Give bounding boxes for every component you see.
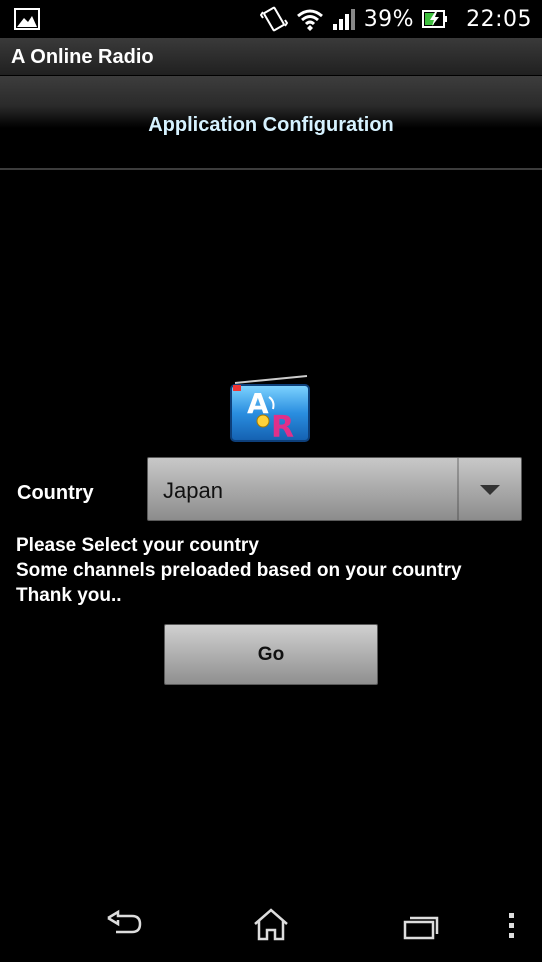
app-logo: A R — [230, 375, 310, 443]
status-time: 22:05 — [466, 6, 532, 32]
go-button-label: Go — [257, 643, 285, 665]
overflow-menu-icon — [509, 913, 514, 938]
chevron-down-icon — [480, 485, 500, 495]
vibrate-icon — [259, 6, 288, 32]
country-label: Country — [17, 482, 94, 504]
picture-notification-icon — [14, 8, 40, 30]
svg-text:R: R — [271, 410, 294, 443]
action-bar: A Online Radio — [0, 38, 542, 76]
info-line-1: Please Select your country — [16, 535, 259, 556]
info-line-3: Thank you.. — [16, 585, 122, 606]
info-line-2: Some channels preloaded based on your co… — [16, 560, 462, 581]
go-button[interactable]: Go — [164, 624, 378, 685]
battery-charging-icon — [422, 10, 448, 28]
wifi-icon — [296, 9, 323, 31]
overflow-menu-button[interactable] — [472, 890, 542, 962]
back-icon — [107, 909, 142, 934]
config-header: Application Configuration — [0, 76, 542, 170]
recent-apps-icon — [403, 916, 439, 940]
dropdown-divider — [457, 458, 459, 520]
app-title: A Online Radio — [11, 46, 154, 68]
back-button[interactable] — [82, 890, 162, 962]
navigation-bar — [0, 890, 542, 962]
home-button[interactable] — [231, 890, 311, 962]
country-dropdown[interactable]: Japan — [147, 457, 522, 521]
page-title: Application Configuration — [148, 114, 394, 136]
recent-apps-button[interactable] — [380, 890, 460, 962]
status-icons: 39% 22:05 — [259, 0, 532, 38]
svg-text:A: A — [247, 387, 269, 420]
header-divider — [0, 168, 542, 170]
status-bar: 39% 22:05 — [0, 0, 542, 38]
signal-icon — [332, 9, 355, 30]
battery-percent: 39% — [363, 6, 415, 32]
home-icon — [254, 908, 288, 941]
country-selected-value: Japan — [163, 478, 223, 503]
